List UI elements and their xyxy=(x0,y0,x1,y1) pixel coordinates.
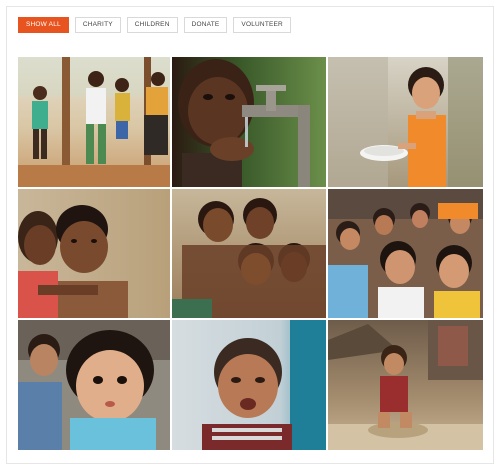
photo-grid xyxy=(18,57,483,450)
filter-volunteer-button[interactable]: VOLUNTEER xyxy=(233,17,291,33)
filter-children-button[interactable]: CHILDREN xyxy=(126,17,178,33)
photo-crying-toddler[interactable] xyxy=(172,320,326,450)
photo-boy-holding-bowl[interactable] xyxy=(328,57,483,187)
photo-toddler-closeup[interactable] xyxy=(18,320,170,450)
photo-crowd-of-children[interactable] xyxy=(328,189,483,318)
photo-children-by-wooden-posts[interactable] xyxy=(18,57,170,187)
photo-child-in-village[interactable] xyxy=(328,320,483,450)
filter-show-all-button[interactable]: SHOW ALL xyxy=(18,17,69,33)
filter-donate-button[interactable]: DONATE xyxy=(183,17,228,33)
photo-group-of-boys[interactable] xyxy=(172,189,326,318)
photo-child-drinking-from-tap[interactable] xyxy=(172,57,326,187)
filter-charity-button[interactable]: CHARITY xyxy=(74,17,121,33)
photo-two-children-hugging[interactable] xyxy=(18,189,170,318)
filter-bar: SHOW ALL CHARITY CHILDREN DONATE VOLUNTE… xyxy=(18,17,291,33)
